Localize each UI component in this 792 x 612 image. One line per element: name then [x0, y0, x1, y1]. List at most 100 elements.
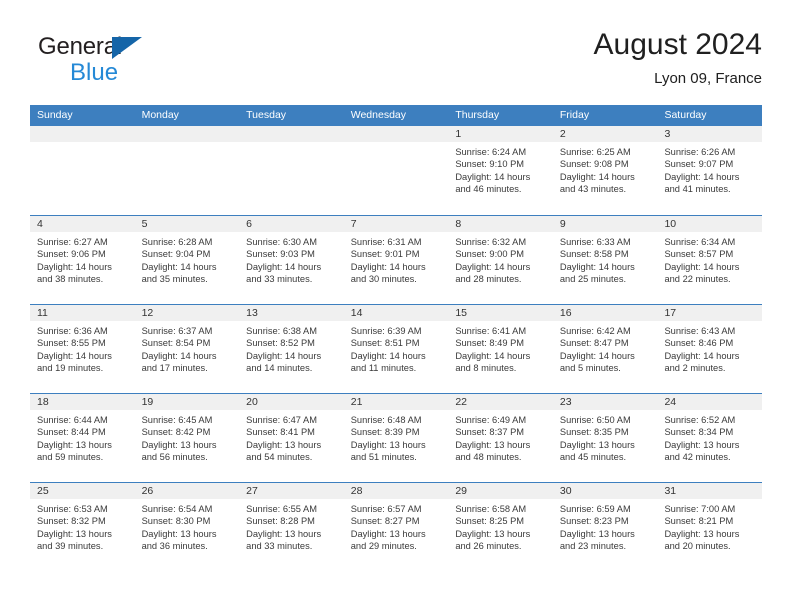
daylight-text-line2: and 22 minutes.: [664, 274, 731, 285]
calendar-day-cell[interactable]: 1 Sunrise: 6:24 AM Sunset: 9:10 PM Daylight…: [448, 126, 553, 215]
weekday-header-tuesday: Tuesday: [246, 109, 287, 121]
sunset-text: Sunset: 8:47 PM: [559, 338, 629, 349]
sunset-text: Sunset: 8:39 PM: [350, 427, 420, 438]
page-title: August 2024: [593, 28, 762, 61]
calendar-day-cell[interactable]: 31 Sunrise: 7:00 AM Sunset: 8:21 PM Dayligh…: [657, 483, 763, 571]
sunrise-text: Sunrise: 6:41 AM: [455, 326, 527, 336]
sunset-text: Sunset: 9:08 PM: [559, 159, 629, 170]
sunrise-text: Sunrise: 6:39 AM: [350, 326, 422, 336]
sunrise-text: Sunrise: 6:52 AM: [664, 415, 736, 425]
calendar-day-cell[interactable]: 28 Sunrise: 6:57 AM Sunset: 8:27 PM Dayligh…: [343, 483, 449, 571]
sunset-text: Sunset: 8:37 PM: [455, 427, 525, 438]
brand-name-blue: Blue: [70, 59, 119, 86]
calendar-day-cell[interactable]: 13 Sunrise: 6:38 AM Sunset: 8:52 PM Dayligh…: [239, 305, 344, 393]
daylight-text-line1: Daylight: 13 hours: [664, 439, 740, 450]
calendar-weeks: 1 Sunrise: 6:24 AM Sunset: 9:10 PM Daylight…: [30, 126, 763, 571]
sunrise-text: Sunrise: 6:44 AM: [37, 415, 108, 425]
calendar-day-cell[interactable]: 18 Sunrise: 6:44 AM Sunset: 8:44 PM Dayligh…: [30, 394, 135, 482]
day-number: 15: [448, 305, 553, 321]
day-details: Sunrise: 6:43 AM Sunset: 8:46 PM Daylight:…: [657, 321, 762, 375]
calendar-day-cell[interactable]: 29 Sunrise: 6:58 AM Sunset: 8:25 PM Dayligh…: [448, 483, 553, 571]
day-details: Sunrise: 7:00 AM Sunset: 8:21 PM Daylight:…: [657, 499, 762, 553]
day-number: [134, 126, 240, 142]
daylight-text-line1: Daylight: 13 hours: [455, 528, 531, 539]
sunrise-text: Sunrise: 6:59 AM: [559, 504, 631, 514]
calendar-day-cell[interactable]: 17 Sunrise: 6:43 AM Sunset: 8:46 PM Dayligh…: [657, 305, 763, 393]
calendar-day-cell[interactable]: 10 Sunrise: 6:34 AM Sunset: 8:57 PM Dayligh…: [657, 216, 763, 304]
daylight-text-line1: Daylight: 14 hours: [141, 261, 217, 272]
calendar-day-cell[interactable]: 16 Sunrise: 6:42 AM Sunset: 8:47 PM Dayligh…: [552, 305, 658, 393]
triangle-icon: [112, 37, 142, 59]
calendar-day-cell[interactable]: 7 Sunrise: 6:31 AM Sunset: 9:01 PM Daylight…: [343, 216, 449, 304]
daylight-text-line1: Daylight: 14 hours: [664, 350, 740, 361]
daylight-text-line2: and 43 minutes.: [559, 184, 627, 195]
calendar-week-row: 1 Sunrise: 6:24 AM Sunset: 9:10 PM Daylight…: [30, 126, 763, 215]
day-details: Sunrise: 6:28 AM Sunset: 9:04 PM Daylight:…: [135, 232, 240, 286]
sunset-text: Sunset: 9:01 PM: [350, 249, 420, 260]
daylight-text-line2: and 54 minutes.: [246, 452, 313, 463]
sunset-text: Sunset: 8:42 PM: [141, 427, 211, 438]
day-details: Sunrise: 6:37 AM Sunset: 8:54 PM Daylight:…: [135, 321, 240, 375]
calendar-day-cell[interactable]: 14 Sunrise: 6:39 AM Sunset: 8:51 PM Dayligh…: [343, 305, 449, 393]
calendar-day-cell[interactable]: 12 Sunrise: 6:37 AM Sunset: 8:54 PM Dayligh…: [134, 305, 240, 393]
sunrise-text: Sunrise: 6:31 AM: [350, 237, 422, 247]
sunset-text: Sunset: 8:32 PM: [37, 516, 106, 527]
calendar-day-cell-empty: [30, 126, 135, 215]
daylight-text-line2: and 29 minutes.: [350, 541, 417, 552]
daylight-text-line2: and 5 minutes.: [559, 363, 621, 374]
day-details: Sunrise: 6:54 AM Sunset: 8:30 PM Daylight:…: [135, 499, 240, 553]
calendar-day-cell[interactable]: 25 Sunrise: 6:53 AM Sunset: 8:32 PM Dayligh…: [30, 483, 135, 571]
day-details: Sunrise: 6:49 AM Sunset: 8:37 PM Daylight:…: [448, 410, 553, 464]
day-details: Sunrise: 6:53 AM Sunset: 8:32 PM Daylight:…: [30, 499, 135, 553]
calendar-day-cell[interactable]: 24 Sunrise: 6:52 AM Sunset: 8:34 PM Dayligh…: [657, 394, 763, 482]
day-details: Sunrise: 6:32 AM Sunset: 9:00 PM Daylight:…: [448, 232, 553, 286]
calendar-day-cell[interactable]: 23 Sunrise: 6:50 AM Sunset: 8:35 PM Dayligh…: [552, 394, 658, 482]
calendar-day-cell[interactable]: 6 Sunrise: 6:30 AM Sunset: 9:03 PM Daylight…: [239, 216, 344, 304]
weekday-header-wednesday: Wednesday: [350, 109, 406, 121]
calendar-day-cell[interactable]: 8 Sunrise: 6:32 AM Sunset: 9:00 PM Daylight…: [448, 216, 553, 304]
calendar-day-cell[interactable]: 26 Sunrise: 6:54 AM Sunset: 8:30 PM Dayligh…: [134, 483, 240, 571]
calendar-grid: Sunday Monday Tuesday Wednesday Thursday Frid…: [30, 105, 763, 571]
daylight-text-line1: Daylight: 13 hours: [350, 528, 426, 539]
calendar-day-cell[interactable]: 30 Sunrise: 6:59 AM Sunset: 8:23 PM Dayligh…: [552, 483, 658, 571]
calendar-day-cell[interactable]: 22 Sunrise: 6:49 AM Sunset: 8:37 PM Dayligh…: [448, 394, 553, 482]
calendar-day-cell[interactable]: 9 Sunrise: 6:33 AM Sunset: 8:58 PM Daylight…: [552, 216, 658, 304]
calendar-day-cell[interactable]: 3 Sunrise: 6:26 AM Sunset: 9:07 PM Daylight…: [657, 126, 763, 215]
calendar-day-cell[interactable]: 4 Sunrise: 6:27 AM Sunset: 9:06 PM Daylight…: [30, 216, 135, 304]
sunrise-text: Sunrise: 6:45 AM: [141, 415, 213, 425]
calendar-week-row: 11 Sunrise: 6:36 AM Sunset: 8:55 PM Dayligh…: [30, 304, 763, 393]
calendar-day-cell-empty: [343, 126, 449, 215]
calendar-day-cell[interactable]: 21 Sunrise: 6:48 AM Sunset: 8:39 PM Dayligh…: [343, 394, 449, 482]
sunrise-text: Sunrise: 6:55 AM: [246, 504, 317, 514]
daylight-text-line2: and 36 minutes.: [141, 541, 208, 552]
sunrise-text: Sunrise: 6:37 AM: [141, 326, 213, 336]
calendar-day-cell[interactable]: 27 Sunrise: 6:55 AM Sunset: 8:28 PM Dayligh…: [239, 483, 344, 571]
sunset-text: Sunset: 8:27 PM: [350, 516, 420, 527]
daylight-text-line2: and 56 minutes.: [141, 452, 208, 463]
calendar-day-cell[interactable]: 20 Sunrise: 6:47 AM Sunset: 8:41 PM Dayligh…: [239, 394, 344, 482]
daylight-text-line1: Daylight: 14 hours: [664, 171, 740, 182]
sunset-text: Sunset: 8:25 PM: [455, 516, 525, 527]
daylight-text-line1: Daylight: 13 hours: [37, 528, 112, 539]
calendar-day-cell[interactable]: 2 Sunrise: 6:25 AM Sunset: 9:08 PM Daylight…: [552, 126, 658, 215]
calendar-day-cell[interactable]: 15 Sunrise: 6:41 AM Sunset: 8:49 PM Dayligh…: [448, 305, 553, 393]
daylight-text-line2: and 17 minutes.: [141, 363, 208, 374]
sunrise-text: Sunrise: 6:34 AM: [664, 237, 736, 247]
daylight-text-line2: and 48 minutes.: [455, 452, 522, 463]
daylight-text-line2: and 39 minutes.: [37, 541, 104, 552]
daylight-text-line2: and 46 minutes.: [455, 184, 522, 195]
day-details: Sunrise: 6:30 AM Sunset: 9:03 PM Daylight:…: [239, 232, 344, 286]
sunrise-text: Sunrise: 6:25 AM: [559, 147, 631, 157]
sunset-text: Sunset: 8:55 PM: [37, 338, 106, 349]
calendar-day-cell[interactable]: 5 Sunrise: 6:28 AM Sunset: 9:04 PM Daylight…: [134, 216, 240, 304]
calendar-day-cell[interactable]: 11 Sunrise: 6:36 AM Sunset: 8:55 PM Dayligh…: [30, 305, 135, 393]
daylight-text-line2: and 35 minutes.: [141, 274, 208, 285]
day-number: 25: [30, 483, 135, 499]
brand-logo[interactable]: General Blue: [38, 34, 258, 85]
day-number: 5: [134, 216, 240, 232]
day-number: 29: [448, 483, 553, 499]
page-header: General Blue August 2024 Lyon 09, France: [30, 28, 762, 98]
calendar-day-cell[interactable]: 19 Sunrise: 6:45 AM Sunset: 8:42 PM Dayligh…: [134, 394, 240, 482]
day-details: Sunrise: 6:27 AM Sunset: 9:06 PM Daylight:…: [30, 232, 135, 286]
day-details: Sunrise: 6:25 AM Sunset: 9:08 PM Daylight:…: [553, 142, 658, 196]
